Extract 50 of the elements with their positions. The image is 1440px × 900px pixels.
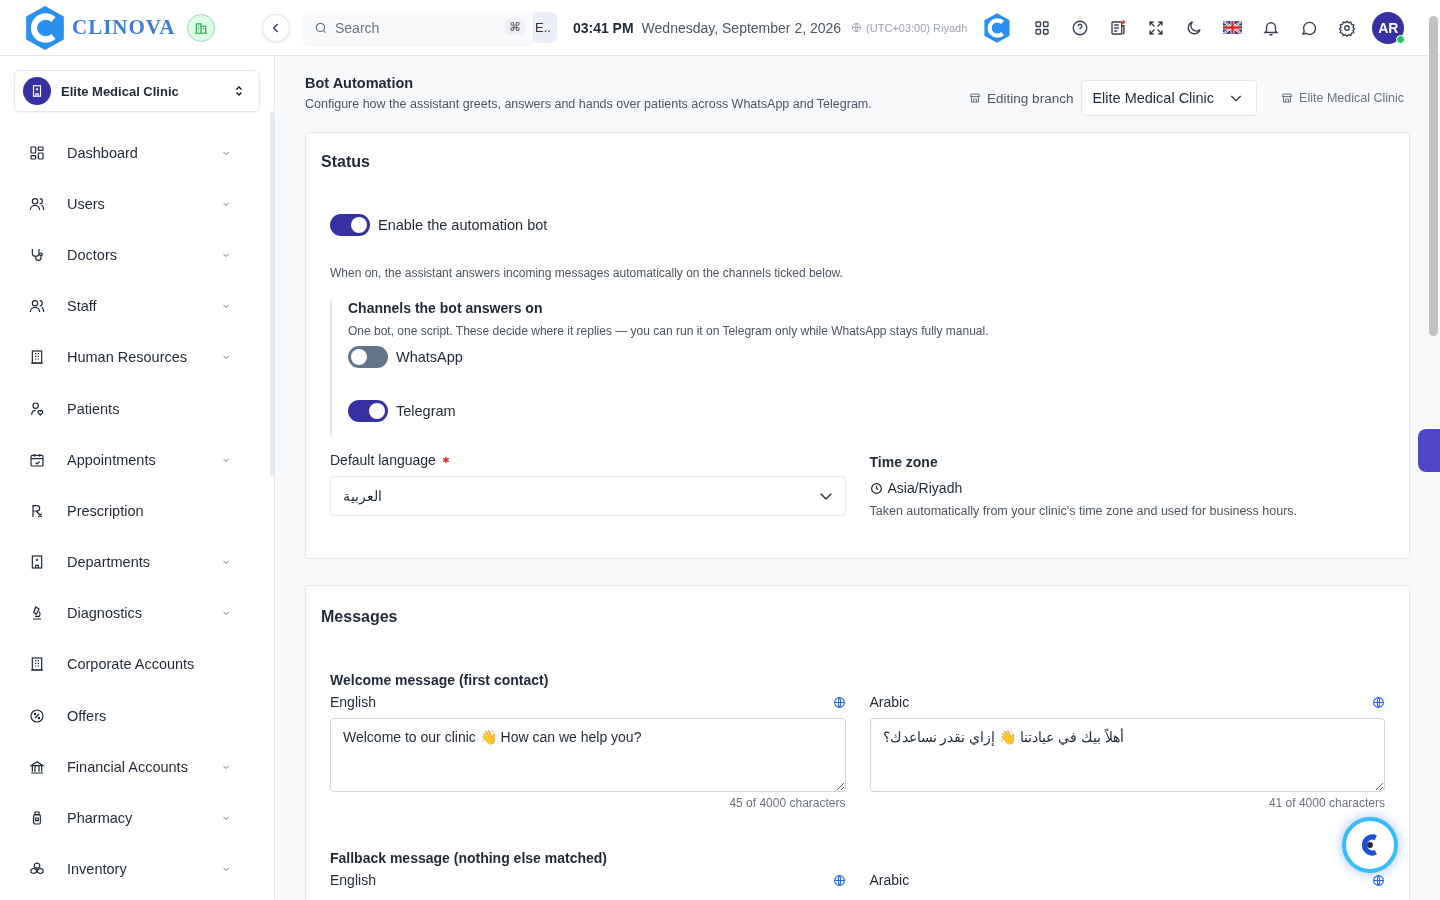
timezone-value: Asia/Riyadh <box>887 480 963 496</box>
page-title: Bot Automation <box>305 75 415 91</box>
message-group-title: Welcome message (first contact) <box>330 672 550 688</box>
toggle-label: WhatsApp <box>396 349 463 365</box>
sidebar-item[interactable]: Users <box>14 178 244 230</box>
language-select[interactable]: العربية <box>330 476 846 516</box>
message-field[interactable]: Welcome to our clinic 👋 How can we help you? <box>330 718 846 792</box>
sidebar-item[interactable]: Appointments <box>14 434 244 486</box>
current-branch: Elite Medical Clinic <box>1299 91 1404 105</box>
section-title: Messages <box>321 608 399 626</box>
sidebar-item[interactable]: Human Resources <box>14 331 244 383</box>
character-count: 41 of 4000 characters <box>1267 796 1385 810</box>
message-field[interactable]: أهلاً بيك في عيادتنا 👋 إزاي نقدر نساعدك؟ <box>869 718 1385 792</box>
sidebar-item[interactable]: Corporate Accounts <box>14 638 244 691</box>
toggle-label: Telegram <box>396 403 456 419</box>
field-label: English <box>330 872 376 888</box>
timezone-label: (UTC+03:00) Riyadh <box>866 21 968 34</box>
branch-label: Editing branch <box>987 90 1074 106</box>
sidebar-item[interactable]: Staff <box>14 280 244 332</box>
current-time: 03:41 PM <box>572 19 634 36</box>
sidebar-item[interactable]: Prescription <box>14 485 244 537</box>
sidebar-item[interactable]: Financial Accounts <box>14 741 244 793</box>
hint-text: When on, the assistant answers incoming messages automatically on the channels ticked below. <box>330 266 844 280</box>
field-label: Time zone <box>869 454 939 470</box>
page-subtitle: Configure how the assistant greets, answers and hands over patients across WhatsApp and Telegram. <box>305 97 872 111</box>
field-label: Arabic <box>869 694 910 710</box>
sidebar-item[interactable]: Diagnostics <box>14 587 244 639</box>
field-label: Arabic <box>869 872 910 888</box>
clinic-switcher[interactable]: Elite Medical Clinic <box>14 70 260 112</box>
sidebar-item[interactable]: Inventory <box>14 843 244 895</box>
character-count: 45 of 4000 characters <box>728 796 846 810</box>
section-title: Status <box>321 153 371 171</box>
sidebar-item[interactable]: Pharmacy <box>14 792 244 844</box>
search-chip[interactable]: E.. <box>533 12 557 43</box>
brand-name: CLINOVA <box>72 15 176 40</box>
sidebar-item[interactable]: Offers <box>14 690 244 742</box>
user-avatar[interactable]: AR <box>1372 11 1405 44</box>
channels-title: Channels the bot answers on <box>348 300 544 316</box>
branch-select[interactable]: Elite Medical Clinic <box>1081 80 1258 116</box>
toggle-label: Enable the automation bot <box>378 217 548 233</box>
sidebar-item[interactable]: Patients <box>14 382 244 435</box>
current-date: Wednesday, September 2, 2026 <box>641 19 842 36</box>
field-label: Default language <box>330 452 436 468</box>
message-group-title: Fallback message (nothing else matched) <box>330 850 608 866</box>
field-label: English <box>330 694 376 710</box>
hint-text: Taken automatically from your clinic's time zone and used for business hours. <box>869 504 1299 518</box>
channels-hint: One bot, one script. These decide where it replies — you can run it on Telegram only while WhatsApp stays fully manual. <box>348 324 990 338</box>
sidebar-item[interactable]: Departments <box>14 536 244 588</box>
sidebar-item[interactable]: Doctors <box>14 229 244 281</box>
sidebar-item[interactable]: Dashboard <box>14 127 244 179</box>
